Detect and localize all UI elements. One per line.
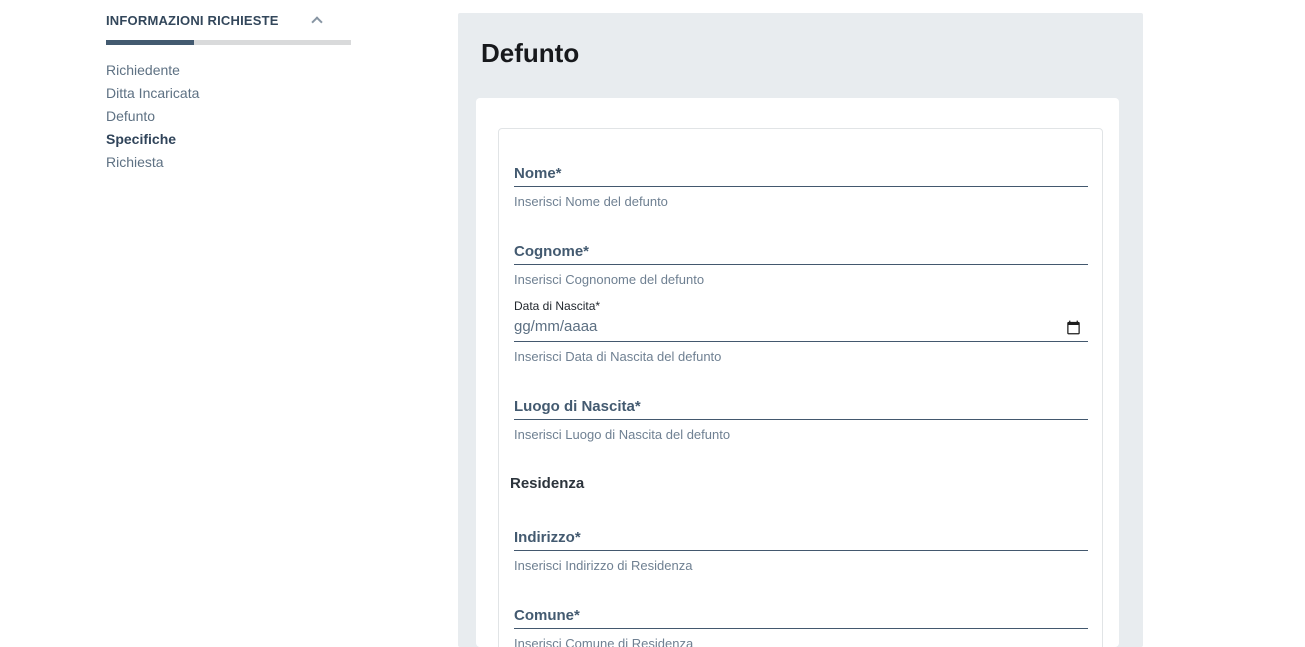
residenza-section-heading: Residenza — [510, 476, 1088, 492]
date-underline — [514, 341, 1088, 342]
field-label: Comune* — [514, 607, 1088, 625]
sidebar-item-richiedente[interactable]: Richiedente — [106, 59, 351, 82]
sidebar-title: INFORMAZIONI RICHIESTE — [106, 13, 279, 28]
sidebar-item-specifiche[interactable]: Specifiche — [106, 128, 351, 151]
nome-input[interactable] — [514, 186, 1088, 187]
text-field-nome[interactable]: Nome* Inserisci Nome del defunto — [514, 165, 1088, 209]
progress-fill — [106, 40, 194, 45]
content-panel: Defunto Nome* Inserisci Nome del defunto… — [458, 13, 1143, 647]
text-field-indirizzo[interactable]: Indirizzo* Inserisci Indirizzo di Reside… — [514, 529, 1088, 573]
date-field-data-di-nascita[interactable]: Data di Nascita* gg/mm/aaaa Inserisci Da… — [514, 299, 1088, 364]
field-helper: Inserisci Comune di Residenza — [514, 636, 1088, 647]
indirizzo-input[interactable] — [514, 550, 1088, 551]
sidebar-header[interactable]: INFORMAZIONI RICHIESTE — [106, 13, 351, 28]
sidebar-item-ditta-incaricata[interactable]: Ditta Incaricata — [106, 82, 351, 105]
luogo-di-nascita-input[interactable] — [514, 419, 1088, 420]
field-label: Indirizzo* — [514, 529, 1088, 547]
wizard-sidebar: INFORMAZIONI RICHIESTE Richiedente Ditta… — [106, 13, 351, 174]
chevron-up-icon[interactable] — [311, 16, 322, 27]
field-helper: Inserisci Luogo di Nascita del defunto — [514, 427, 1088, 442]
step-nav: Richiedente Ditta Incaricata Defunto Spe… — [106, 59, 351, 174]
comune-input[interactable] — [514, 628, 1088, 629]
sidebar-item-defunto[interactable]: Defunto — [106, 105, 351, 128]
date-placeholder: gg/mm/aaaa — [514, 319, 597, 335]
field-helper: Inserisci Indirizzo di Residenza — [514, 558, 1088, 573]
field-label: Nome* — [514, 165, 1088, 183]
field-label: Data di Nascita* — [514, 299, 1088, 313]
data-di-nascita-input[interactable]: gg/mm/aaaa — [514, 319, 1088, 335]
field-label: Luogo di Nascita* — [514, 398, 1088, 416]
progress-bar — [106, 40, 351, 45]
fieldset-box: Nome* Inserisci Nome del defunto Cognome… — [498, 128, 1103, 647]
field-helper: Inserisci Cognonome del defunto — [514, 272, 1088, 287]
field-helper: Inserisci Data di Nascita del defunto — [514, 349, 1088, 364]
form-card: Nome* Inserisci Nome del defunto Cognome… — [476, 98, 1119, 647]
cognome-input[interactable] — [514, 264, 1088, 265]
field-helper: Inserisci Nome del defunto — [514, 194, 1088, 209]
text-field-luogo-di-nascita[interactable]: Luogo di Nascita* Inserisci Luogo di Nas… — [514, 398, 1088, 442]
page: INFORMAZIONI RICHIESTE Richiedente Ditta… — [0, 0, 1305, 647]
sidebar-item-richiesta[interactable]: Richiesta — [106, 151, 351, 174]
page-title: Defunto — [481, 39, 1143, 69]
text-field-cognome[interactable]: Cognome* Inserisci Cognonome del defunto — [514, 243, 1088, 287]
text-field-comune[interactable]: Comune* Inserisci Comune di Residenza — [514, 607, 1088, 647]
field-label: Cognome* — [514, 243, 1088, 261]
calendar-icon[interactable] — [1066, 320, 1081, 335]
